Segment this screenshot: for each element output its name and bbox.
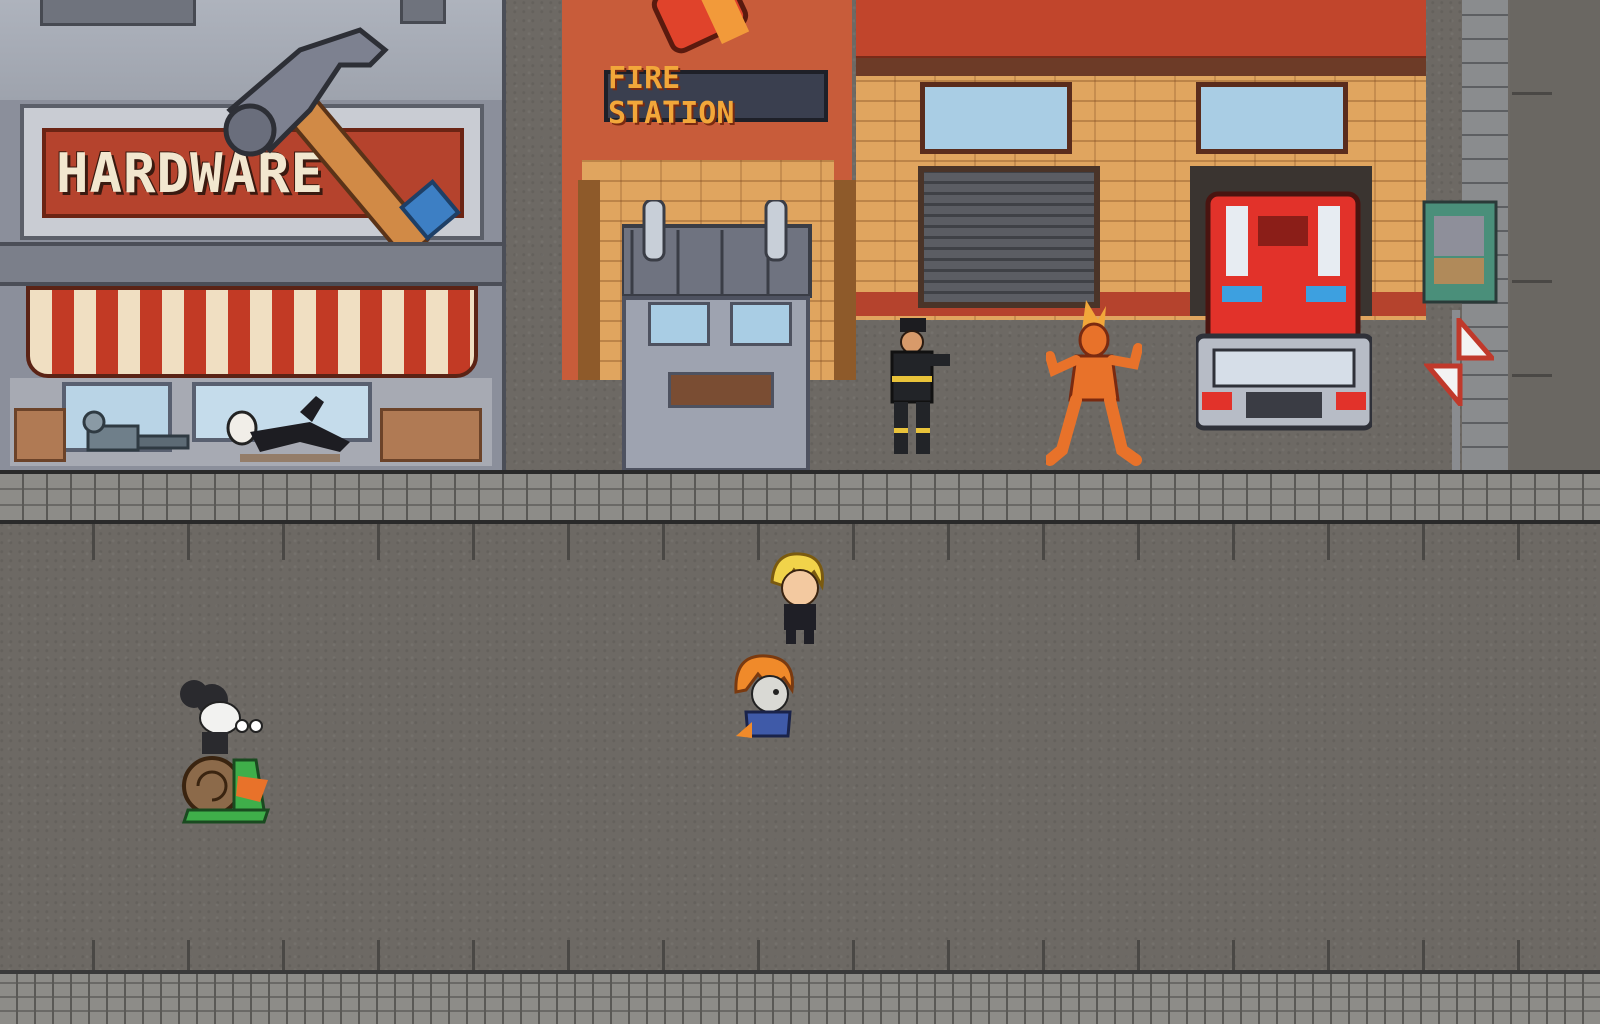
fire-truck-icon[interactable] [1196, 186, 1372, 446]
hammer-icon [223, 27, 461, 250]
road-marking [1512, 280, 1552, 283]
firefighter-icon[interactable] [866, 318, 956, 464]
sidewalk-curb-top [0, 470, 1600, 524]
fire-station-sign-text: FIRE STATION [608, 61, 735, 131]
side-road [1510, 0, 1600, 470]
fire-elemental-icon[interactable] [1046, 300, 1142, 468]
door-window [648, 302, 710, 346]
hardware-band [0, 242, 502, 286]
mouse-riding-snail-icon[interactable] [168, 676, 278, 836]
garage-ledge [856, 58, 1426, 76]
game-scene[interactable]: HARDWARE FIRE STATION [0, 0, 1600, 1024]
knocked-out-figure-icon[interactable] [220, 392, 370, 472]
roof-ac-unit [40, 0, 196, 26]
door-canopy [622, 200, 812, 298]
road-edge-markings [0, 940, 1600, 970]
crate [380, 408, 482, 462]
door-panel [668, 372, 774, 408]
garage-shutter-door[interactable] [918, 166, 1100, 308]
road-marking [1512, 374, 1552, 377]
wall-graffiti-icon [1422, 200, 1498, 304]
garage-window [920, 82, 1072, 154]
fire-hydrant-sign-icon [651, 0, 750, 54]
garage-roof [856, 0, 1426, 62]
companion-orange-hair-icon[interactable] [730, 652, 800, 742]
crate [14, 408, 66, 462]
road-marking [1512, 92, 1552, 95]
sidewalk-curb-bottom [0, 970, 1600, 1024]
warning-sign-icon[interactable] [1424, 318, 1494, 406]
pillar [834, 180, 856, 380]
fire-station-sign: FIRE STATION [604, 61, 828, 131]
door-window [730, 302, 792, 346]
garage-window [1196, 82, 1348, 154]
striped-awning [26, 286, 478, 378]
pillar [578, 180, 600, 380]
player-blonde-icon[interactable] [764, 552, 830, 648]
broken-robot-icon[interactable] [68, 406, 208, 466]
